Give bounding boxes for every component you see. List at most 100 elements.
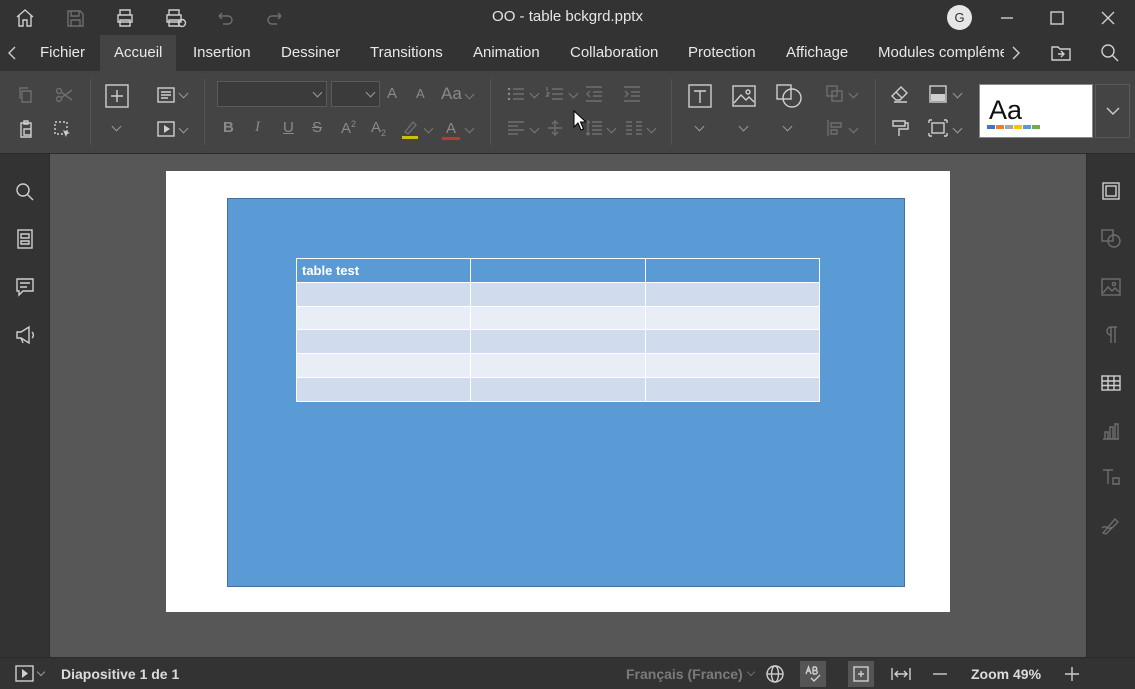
bullet-list-icon[interactable] <box>505 83 527 105</box>
slideshow-options-dropdown[interactable] <box>36 667 46 677</box>
tab-fichier[interactable]: Fichier <box>26 35 99 71</box>
document-language-icon[interactable] <box>765 664 785 684</box>
table-row[interactable] <box>295 329 821 355</box>
maximize-icon[interactable] <box>1044 5 1070 31</box>
search-icon[interactable] <box>1099 42 1121 64</box>
increase-font-size-button[interactable]: A <box>387 85 397 102</box>
tab-dessiner[interactable]: Dessiner <box>267 35 354 71</box>
table-cell[interactable] <box>644 258 821 283</box>
align-shapes-icon[interactable] <box>824 117 846 139</box>
open-file-location-icon[interactable] <box>1049 42 1073 64</box>
tab-collaboration[interactable]: Collaboration <box>556 35 672 71</box>
table-settings-icon[interactable] <box>1100 372 1122 394</box>
paste-icon[interactable] <box>14 117 38 141</box>
vertical-align-icon[interactable] <box>544 117 566 139</box>
add-slide-icon[interactable] <box>103 82 131 110</box>
arrange-dropdown[interactable] <box>848 88 859 99</box>
font-size-select[interactable] <box>331 81 380 107</box>
slide-size-dropdown[interactable] <box>952 123 963 134</box>
superscript-button[interactable]: A2 <box>341 119 356 137</box>
highlight-color-icon[interactable] <box>399 117 421 141</box>
text-box-dropdown[interactable] <box>694 121 705 132</box>
text-box-icon[interactable] <box>686 82 714 110</box>
table-cell[interactable] <box>295 353 472 378</box>
table-cell[interactable] <box>470 353 646 378</box>
arrange-icon[interactable] <box>824 83 846 105</box>
color-scheme-icon[interactable] <box>926 83 950 105</box>
clear-style-icon[interactable] <box>889 83 911 105</box>
save-icon[interactable] <box>62 5 88 31</box>
copy-icon[interactable] <box>14 83 38 107</box>
paragraph-settings-icon[interactable] <box>1100 324 1122 346</box>
table-cell[interactable] <box>295 305 472 331</box>
slide-table[interactable]: table test <box>295 258 821 402</box>
font-color-button[interactable]: A <box>440 117 462 141</box>
slides-thumbnails-icon[interactable] <box>14 228 36 250</box>
table-cell[interactable] <box>644 353 821 378</box>
slideshow-start-icon[interactable] <box>15 665 35 683</box>
insert-shape-dropdown[interactable] <box>782 121 793 132</box>
table-cell[interactable] <box>644 281 821 307</box>
zoom-out-icon[interactable] <box>930 664 950 684</box>
tab-transitions[interactable]: Transitions <box>356 35 457 71</box>
color-scheme-dropdown[interactable] <box>952 88 963 99</box>
tabs-scroll-left-icon[interactable] <box>4 44 20 62</box>
change-case-button[interactable]: Aa <box>441 84 462 104</box>
tab-animation[interactable]: Animation <box>459 35 554 71</box>
tabs-scroll-right-icon[interactable] <box>1008 44 1024 62</box>
table-row[interactable] <box>295 353 821 378</box>
select-all-icon[interactable] <box>50 117 74 141</box>
align-shapes-dropdown[interactable] <box>848 123 859 134</box>
table-cell[interactable] <box>470 281 646 307</box>
bullet-list-dropdown[interactable] <box>529 88 540 99</box>
align-left-icon[interactable] <box>505 117 527 139</box>
table-row[interactable] <box>295 305 821 331</box>
table-cell[interactable] <box>470 376 646 402</box>
tab-affichage[interactable]: Affichage <box>772 35 862 71</box>
highlight-color-dropdown[interactable] <box>423 123 434 134</box>
zoom-in-icon[interactable] <box>1062 664 1082 684</box>
table-cell[interactable] <box>295 376 472 402</box>
change-case-dropdown[interactable] <box>464 89 475 100</box>
slide-layout-dropdown[interactable] <box>178 88 189 99</box>
redo-icon[interactable] <box>262 5 288 31</box>
underline-button[interactable]: U <box>283 119 294 136</box>
slide-layout-icon[interactable] <box>154 83 178 107</box>
cut-icon[interactable] <box>52 83 76 107</box>
increase-indent-icon[interactable] <box>621 83 643 105</box>
language-dropdown[interactable] <box>746 667 756 677</box>
tab-protection[interactable]: Protection <box>674 35 770 71</box>
slide-settings-icon[interactable] <box>1100 180 1122 202</box>
font-name-select[interactable] <box>217 81 327 107</box>
image-settings-icon[interactable] <box>1100 276 1122 298</box>
table-cell[interactable] <box>644 376 821 402</box>
table-row[interactable] <box>295 281 821 307</box>
chart-settings-icon[interactable] <box>1100 420 1122 442</box>
copy-style-icon[interactable] <box>889 117 911 139</box>
numbered-list-dropdown[interactable] <box>568 88 579 99</box>
close-icon[interactable] <box>1095 5 1121 31</box>
language-selector[interactable]: Français (France) <box>626 666 743 682</box>
numbered-list-icon[interactable] <box>544 83 566 105</box>
tab-accueil[interactable]: Accueil <box>100 35 177 71</box>
align-dropdown[interactable] <box>529 123 540 134</box>
signature-settings-icon[interactable] <box>1100 514 1122 536</box>
columns-icon[interactable] <box>623 117 645 139</box>
bold-button[interactable]: B <box>223 119 234 136</box>
insert-shape-icon[interactable] <box>774 82 804 110</box>
text-art-settings-icon[interactable] <box>1100 466 1122 488</box>
shape-settings-icon[interactable] <box>1100 228 1122 250</box>
strikethrough-button[interactable]: S <box>312 119 322 136</box>
table-cell[interactable] <box>295 329 472 355</box>
table-cell[interactable] <box>644 305 821 331</box>
start-slideshow-icon[interactable] <box>154 117 178 141</box>
table-cell[interactable] <box>470 258 646 283</box>
italic-button[interactable]: I <box>255 119 260 136</box>
columns-dropdown[interactable] <box>646 123 657 134</box>
announcements-icon[interactable] <box>14 324 36 346</box>
undo-icon[interactable] <box>212 5 238 31</box>
fit-width-icon[interactable] <box>890 664 912 684</box>
table-cell[interactable]: table test <box>295 258 472 283</box>
theme-gallery-expand[interactable] <box>1095 84 1130 138</box>
fit-slide-icon[interactable] <box>848 661 874 687</box>
